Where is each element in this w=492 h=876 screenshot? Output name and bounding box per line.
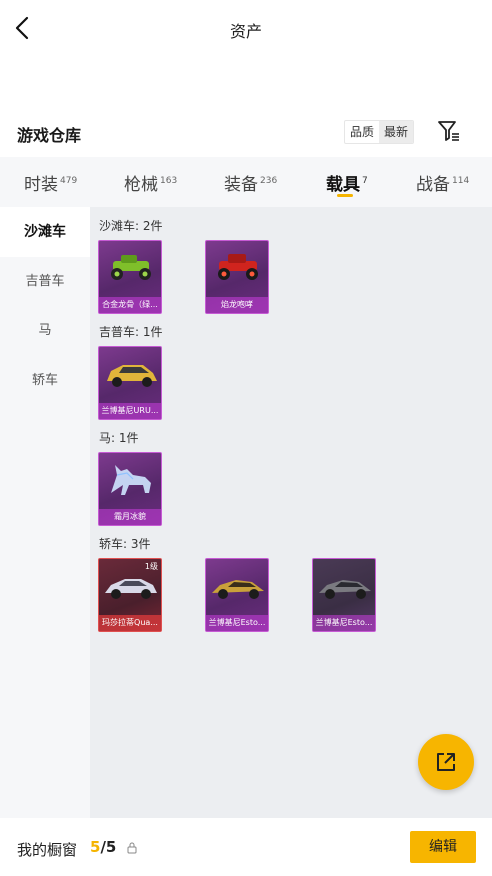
item-name: 兰博基尼Esto... [313,615,375,631]
tab-count: 163 [160,176,178,186]
tab-count: 236 [260,176,278,186]
sidebar-item-jeep[interactable]: 吉普车 [0,257,90,307]
section-label-jeep: 吉普车: 1件 [99,325,163,339]
showcase-bar: 我的橱窗 5/5 编辑 [0,818,492,876]
item-card[interactable]: 焰龙咆哮 [205,240,269,314]
tab-label: 枪械 [124,175,158,195]
showcase-label: 我的橱窗 [17,841,78,859]
showcase-count: 5/5 [90,838,116,856]
item-name: 兰博基尼Esto... [206,615,268,631]
active-tab-indicator [337,194,353,197]
section-label-beach-buggy: 沙滩车: 2件 [99,219,163,233]
sidebar-item-beach-buggy[interactable]: 沙滩车 [0,207,90,257]
item-level-badge: 1级 [144,562,158,571]
header: 资产 [0,0,492,58]
vehicle-list: 沙滩车: 2件 合金龙骨（绿... 焰龙咆哮 吉普车: 1件 兰博基尼URU..… [90,207,492,818]
item-name: 霜月冰貌 [99,509,161,525]
share-icon [437,753,455,771]
item-card[interactable]: 霜月冰貌 [98,452,162,526]
tab-label: 装备 [224,175,258,195]
sports-car-icon [212,580,264,599]
tab-label: 战备 [416,175,450,195]
sidebar-item-sedan[interactable]: 轿车 [0,356,90,406]
tab-supplies[interactable]: 战备 114 [416,157,469,207]
item-card[interactable]: 1级 玛莎拉蒂Qua... [98,558,162,632]
item-name: 兰博基尼URU... [99,403,161,419]
buggy-icon [111,255,151,280]
tab-count: 7 [362,176,368,186]
category-tabs: 时装 479 枪械 163 装备 236 载具 7 战备 114 [0,157,492,207]
item-card[interactable]: 兰博基尼Esto... [312,558,376,632]
tab-count: 479 [60,176,78,186]
sports-car-icon [319,580,371,599]
sort-quality-option[interactable]: 品质 [345,121,379,143]
subcategory-sidebar: 沙滩车 吉普车 马 轿车 [0,207,90,818]
suv-icon [107,365,157,387]
tab-count: 114 [452,176,470,186]
sidebar-item-horse[interactable]: 马 [0,306,90,356]
item-card[interactable]: 兰博基尼Esto... [205,558,269,632]
showcase-current: 5 [90,838,101,856]
tab-vehicles[interactable]: 载具 7 [326,157,368,207]
tab-label: 载具 [326,175,360,195]
sort-toggle: 品质 最新 [344,120,415,144]
item-card[interactable]: 兰博基尼URU... [98,346,162,420]
warehouse-title: 游戏仓库 [17,126,82,145]
showcase-total: 5 [105,838,117,856]
page-title: 资产 [229,22,262,41]
item-name: 玛莎拉蒂Qua... [99,615,161,631]
filter-button[interactable] [436,118,462,144]
item-name: 焰龙咆哮 [206,297,268,313]
tab-fashion[interactable]: 时装 479 [24,157,77,207]
buggy-icon [218,254,258,280]
item-card[interactable]: 合金龙骨（绿... [98,240,162,314]
filter-icon [438,121,459,141]
share-button[interactable] [418,734,474,790]
sort-latest-option[interactable]: 最新 [379,121,414,143]
lock-icon [127,842,137,854]
section-label-sedan: 轿车: 3件 [99,537,151,551]
tab-equipment[interactable]: 装备 236 [224,157,277,207]
item-name: 合金龙骨（绿... [99,297,161,313]
edit-button[interactable]: 编辑 [410,831,476,863]
tab-guns[interactable]: 枪械 163 [124,157,177,207]
section-label-horse: 马: 1件 [99,431,139,445]
tab-label: 时装 [24,175,58,195]
ice-wolf-icon [111,465,151,495]
